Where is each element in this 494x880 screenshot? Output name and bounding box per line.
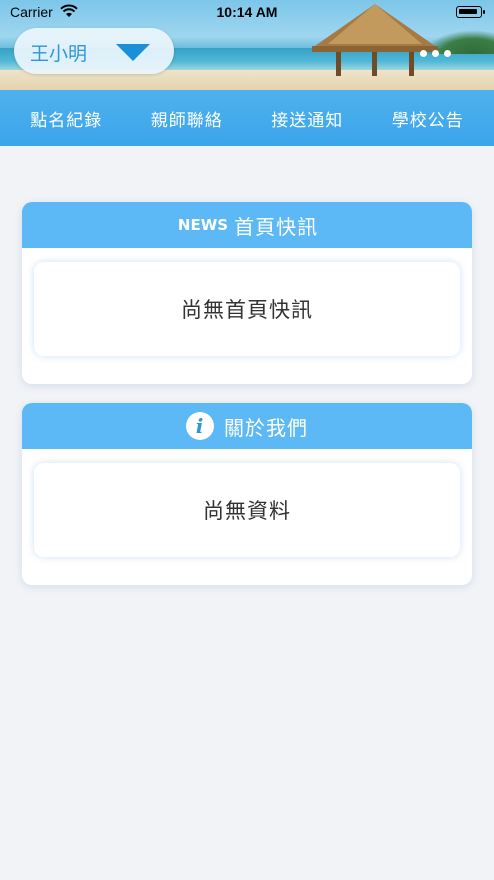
nav-item-attendance[interactable]: 點名紀錄	[30, 106, 102, 131]
more-options-icon[interactable]	[420, 42, 460, 57]
battery-icon	[456, 6, 485, 18]
about-card-header: i 關於我們	[22, 403, 472, 449]
about-empty-panel: 尚無資料	[34, 463, 460, 557]
nav-item-pickup[interactable]: 接送通知	[271, 106, 343, 131]
header-banner: Carrier 10:14 AM 王小明	[0, 0, 494, 92]
info-icon: i	[186, 412, 214, 440]
about-empty-text: 尚無資料	[203, 499, 291, 523]
news-card-header: NEWS 首頁快訊	[22, 202, 472, 248]
about-card-title: 關於我們	[224, 415, 308, 440]
user-select-dropdown[interactable]: 王小明	[14, 28, 174, 74]
main-nav: 點名紀錄 親師聯絡 接送通知 學校公告	[0, 90, 494, 146]
news-empty-text: 尚無首頁快訊	[181, 298, 313, 322]
nav-item-announcements[interactable]: 學校公告	[392, 106, 464, 131]
news-empty-panel: 尚無首頁快訊	[34, 262, 460, 356]
news-card-title: 首頁快訊	[234, 214, 319, 239]
caret-down-icon	[116, 44, 150, 61]
news-card: NEWS 首頁快訊 尚無首頁快訊	[22, 202, 472, 384]
news-globe-icon: NEWS	[177, 216, 229, 234]
status-bar: Carrier 10:14 AM	[0, 0, 494, 26]
clock-label: 10:14 AM	[216, 4, 278, 20]
about-card: i 關於我們 尚無資料	[22, 403, 472, 585]
nav-item-parent-teacher[interactable]: 親師聯絡	[151, 106, 223, 131]
selected-user-label: 王小明	[30, 43, 88, 65]
